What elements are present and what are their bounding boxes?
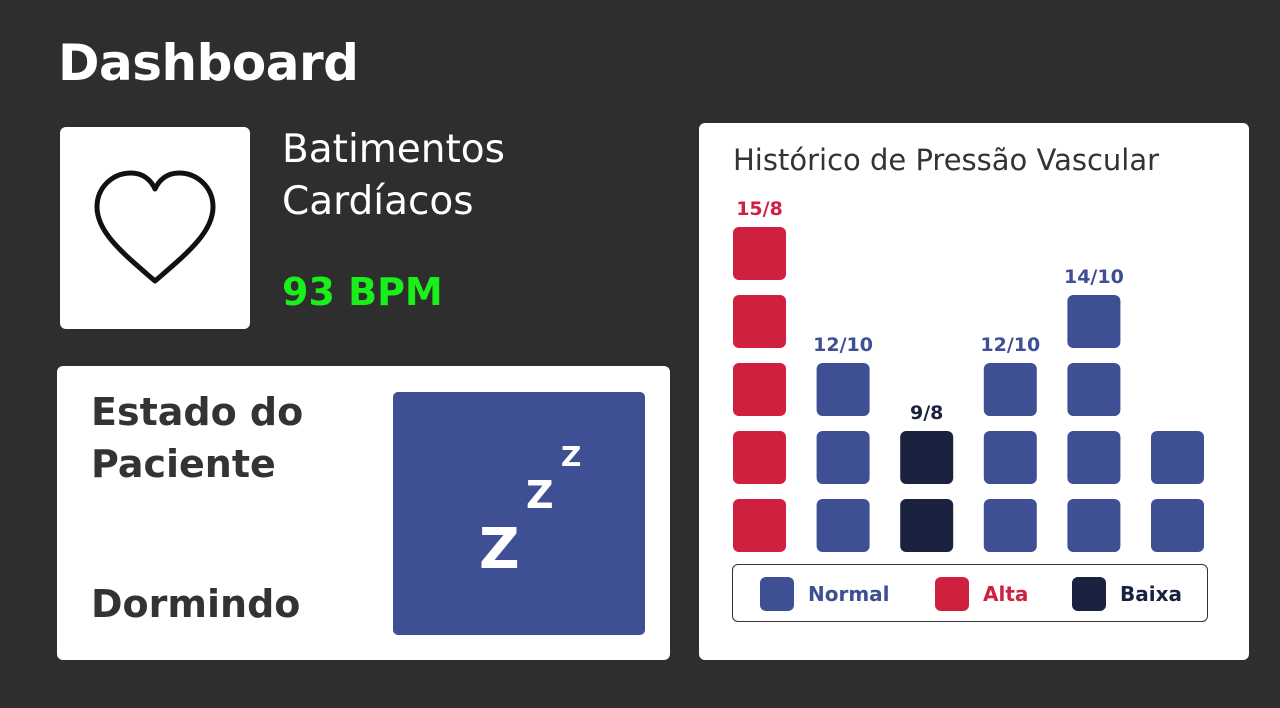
svg-text:Z: Z — [526, 473, 554, 517]
bar-block — [983, 363, 1037, 416]
bar-block — [733, 499, 786, 552]
bar-block — [983, 499, 1037, 552]
bar-block — [733, 431, 786, 484]
svg-text:Z: Z — [561, 440, 581, 473]
heart-rate-title: Batimentos Cardíacos — [282, 127, 505, 224]
bar-block — [733, 227, 786, 280]
bar-block — [1067, 431, 1121, 484]
bar-block — [1067, 363, 1121, 416]
bar-block — [900, 499, 954, 552]
bar-block — [900, 431, 954, 484]
legend-label-baixa: Baixa — [1120, 582, 1182, 606]
bar-block — [816, 363, 870, 416]
blood-pressure-card: Histórico de Pressão Vascular 15/8 12/10 9… — [699, 123, 1249, 660]
legend-item-baixa: Baixa — [1072, 577, 1182, 611]
blood-pressure-chart: 15/8 12/10 9/8 12/10 14/10 — [733, 198, 1204, 552]
legend-swatch-alta — [935, 577, 969, 611]
heart-rate-icon-card — [60, 127, 250, 329]
bar-block — [1151, 499, 1204, 552]
bar-block — [733, 295, 786, 348]
legend-item-normal: Normal — [760, 577, 890, 611]
svg-text:Z: Z — [479, 517, 520, 582]
bar-block — [983, 431, 1037, 484]
bar-block — [816, 499, 870, 552]
legend-label-alta: Alta — [983, 582, 1029, 606]
patient-state-card: Estado do Paciente Dormindo Z Z Z — [57, 366, 670, 660]
bar-block — [1067, 295, 1121, 348]
sleep-icon: Z Z Z — [479, 440, 581, 582]
legend-swatch-normal — [760, 577, 794, 611]
patient-status-value: Dormindo — [91, 582, 301, 626]
bar-block — [1067, 499, 1121, 552]
bar-value-label: 15/8 — [736, 198, 783, 220]
legend-item-alta: Alta — [935, 577, 1028, 611]
bar-block — [816, 431, 870, 484]
bar-value-label: 12/10 — [980, 334, 1040, 356]
page-title: Dashboard — [58, 34, 359, 92]
heart-rate-value: 93 BPM — [282, 270, 443, 314]
bar-value-label: 9/8 — [910, 402, 943, 424]
bar-block — [1151, 431, 1204, 484]
legend-swatch-baixa — [1072, 577, 1106, 611]
bar-block — [733, 363, 786, 416]
patient-state-title: Estado do Paciente — [91, 390, 304, 486]
bar-value-label: 12/10 — [813, 334, 873, 356]
heart-icon — [94, 170, 216, 284]
chart-legend: Normal Alta Baixa — [732, 564, 1208, 622]
legend-label-normal: Normal — [808, 582, 890, 606]
bar-value-label: 14/10 — [1064, 266, 1124, 288]
sleep-panel: Z Z Z — [393, 392, 645, 635]
